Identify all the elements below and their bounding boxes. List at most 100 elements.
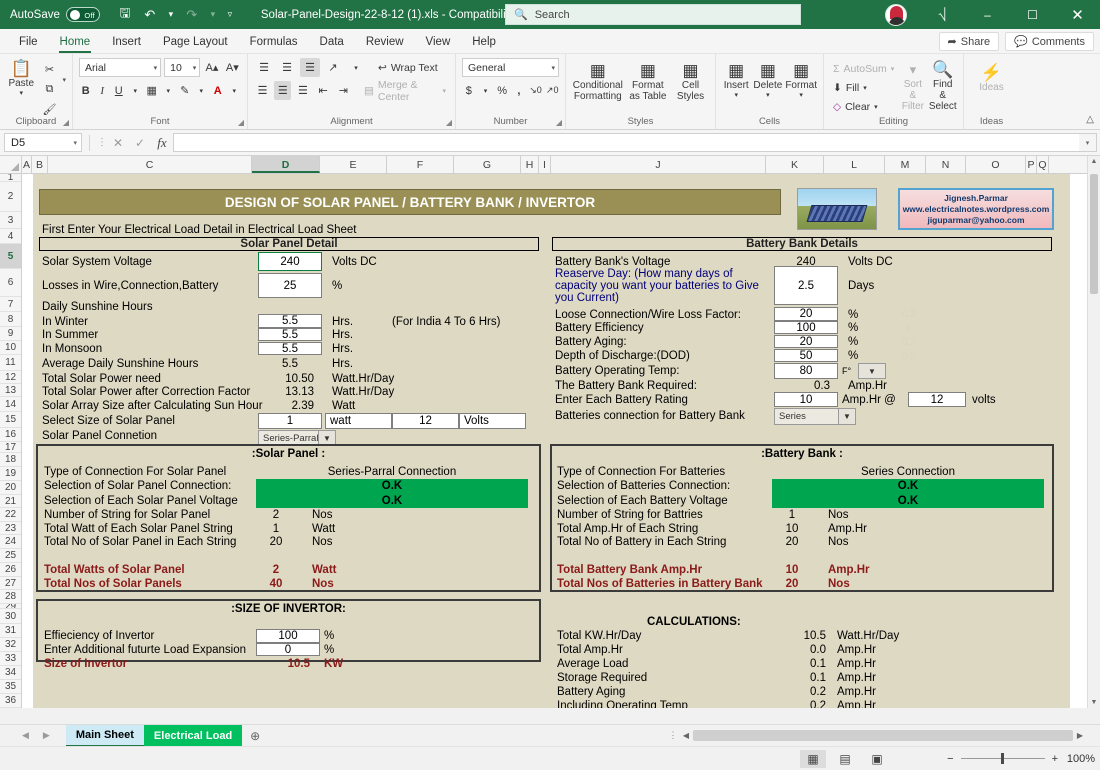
scroll-up-icon[interactable]: ▲ (1088, 158, 1100, 165)
row-header-20[interactable]: 20 (0, 481, 21, 495)
next-sheet-icon[interactable]: ▶ (43, 730, 50, 741)
undo-icon[interactable]: ↶ (139, 5, 161, 25)
row-header-30[interactable]: 30 (0, 609, 21, 624)
ideas-button[interactable]: ⚡ Ideas (970, 62, 1013, 93)
column-header-N[interactable]: N (926, 156, 966, 173)
fill-color-dropdown-icon[interactable]: ▾ (195, 81, 209, 100)
borders-dropdown-icon[interactable]: ▾ (162, 81, 176, 100)
number-dialog-launcher[interactable]: ◢ (556, 118, 562, 127)
insert-cells-button[interactable]: ▦ Insert ▾ (722, 60, 750, 99)
fill-color-icon[interactable]: ✎ (178, 81, 192, 100)
tab-review[interactable]: Review (355, 32, 415, 53)
tab-insert[interactable]: Insert (101, 32, 152, 53)
align-center-icon[interactable]: ☰ (274, 81, 292, 100)
row-header-22[interactable]: 22 (0, 508, 21, 522)
minimize-icon[interactable]: – (965, 0, 1010, 29)
column-header-M[interactable]: M (885, 156, 926, 173)
font-size-select[interactable]: 10 ▾ (164, 58, 201, 77)
input-panel-volt[interactable]: 12 (392, 413, 459, 429)
close-icon[interactable]: ✕ (1055, 0, 1100, 29)
autosave-toggle[interactable]: Off (65, 7, 100, 22)
page-break-preview-icon[interactable]: ▣ (864, 750, 890, 768)
decrease-font-size-icon[interactable]: A▾ (224, 58, 241, 77)
sheet-tab-electrical-load[interactable]: Electrical Load (143, 724, 243, 747)
clear-button[interactable]: ◇ Clear ▾ (830, 97, 897, 116)
scroll-down-icon[interactable]: ▼ (1088, 699, 1100, 706)
row-header-12[interactable]: 12 (0, 371, 21, 384)
scroll-left-icon[interactable]: ◀ (679, 731, 693, 740)
input-losses[interactable]: 25 (258, 273, 322, 298)
restore-down-icon[interactable]: ⎷ (920, 0, 965, 29)
increase-indent-icon[interactable]: ⇥ (335, 81, 352, 100)
align-left-icon[interactable]: ☰ (254, 81, 271, 100)
add-sheet-icon[interactable]: ⊕ (242, 729, 268, 743)
increase-decimal-icon[interactable]: ↘0 (529, 81, 543, 100)
sheet-tab-main-sheet[interactable]: Main Sheet (65, 724, 144, 747)
more-icon[interactable]: ⋮ (97, 137, 107, 148)
currency-format-icon[interactable]: $ (462, 81, 476, 100)
row-header-26[interactable]: 26 (0, 563, 21, 577)
row-header-34[interactable]: 34 (0, 666, 21, 680)
input-in-summer[interactable]: 5.5 (258, 328, 322, 341)
paste-dropdown-icon[interactable]: ▾ (19, 89, 23, 97)
row-header-3[interactable]: 3 (0, 212, 21, 229)
font-dialog-launcher[interactable]: ◢ (238, 118, 244, 127)
row-header-18[interactable]: 18 (0, 453, 21, 467)
select-temp-unit[interactable]: ▼ (858, 363, 886, 379)
tab-help[interactable]: Help (461, 32, 507, 53)
font-family-select[interactable]: Arial ▾ (79, 58, 162, 77)
input-solar-system-voltage[interactable]: 240 (258, 252, 322, 271)
input-battery-operating-temp[interactable]: 80 (774, 363, 838, 379)
scroll-right-icon[interactable]: ▶ (1073, 731, 1087, 740)
column-header-J[interactable]: J (551, 156, 766, 173)
column-header-I[interactable]: I (539, 156, 551, 173)
input-in-monsoon[interactable]: 5.5 (258, 342, 322, 355)
row-header-8[interactable]: 8 (0, 312, 21, 327)
maximize-icon[interactable]: ☐ (1010, 0, 1055, 29)
expand-formula-bar-icon[interactable]: ▾ (1079, 133, 1097, 152)
column-header-E[interactable]: E (320, 156, 387, 173)
input-reserve-day[interactable]: 2.5 (774, 266, 838, 305)
fill-button[interactable]: ⬇ Fill ▾ (830, 78, 897, 97)
row-header-27[interactable]: 27 (0, 577, 21, 590)
sort-filter-button[interactable]: ▾ Sort & Filter (900, 59, 925, 112)
wrap-text-button[interactable]: ↩ Wrap Text (375, 58, 441, 77)
merge-center-button[interactable]: ▤ Merge & Center ▾ (361, 79, 449, 103)
page-layout-icon[interactable]: ▤ (832, 750, 858, 768)
format-as-table-button[interactable]: ▦ Format as Table (627, 60, 669, 102)
column-header-Q[interactable]: Q (1037, 156, 1049, 173)
input-each-battery-rating[interactable]: 10 (774, 392, 838, 407)
orientation-icon[interactable]: ↗ (323, 58, 343, 77)
horizontal-scroll-thumb[interactable] (693, 730, 1073, 741)
row-header-10[interactable]: 10 (0, 341, 21, 355)
number-format-select[interactable]: General ▾ (462, 58, 559, 77)
tab-page-layout[interactable]: Page Layout (152, 32, 239, 53)
conditional-formatting-button[interactable]: ▦ Conditional Formatting (572, 60, 624, 102)
input-loose-connection[interactable]: 20 (774, 307, 838, 321)
cell-styles-button[interactable]: ▦ Cell Styles (672, 60, 709, 102)
tab-file[interactable]: File (8, 32, 49, 53)
paste-button[interactable]: 📋 Paste ▾ (6, 58, 36, 97)
autosum-button[interactable]: Σ AutoSum ▾ (830, 59, 897, 78)
column-header-C[interactable]: C (48, 156, 252, 173)
copy-icon[interactable]: ⧉ (39, 80, 59, 99)
collapse-ribbon-icon[interactable]: △ (1086, 114, 1094, 125)
input-battery-aging[interactable]: 20 (774, 335, 838, 348)
row-header-23[interactable]: 23 (0, 522, 21, 535)
underline-icon[interactable]: U (112, 81, 126, 100)
align-middle-icon[interactable]: ☰ (277, 58, 297, 77)
insert-function-icon[interactable]: fx (151, 135, 173, 151)
row-header-11[interactable]: 11 (0, 355, 21, 371)
row-header-21[interactable]: 21 (0, 495, 21, 508)
column-header-L[interactable]: L (824, 156, 885, 173)
row-header-16[interactable]: 16 (0, 428, 21, 442)
row-header-6[interactable]: 6 (0, 269, 21, 297)
zoom-in-button[interactable]: + (1052, 753, 1058, 765)
undo-dropdown-icon[interactable]: ▾ (164, 5, 178, 25)
row-header-15[interactable]: 15 (0, 412, 21, 428)
clipboard-dialog-launcher[interactable]: ◢ (63, 118, 69, 127)
vertical-scroll-thumb[interactable] (1090, 174, 1098, 294)
select-all-corner[interactable] (0, 156, 22, 173)
tab-home[interactable]: Home (49, 32, 102, 53)
bold-icon[interactable]: B (79, 81, 93, 100)
